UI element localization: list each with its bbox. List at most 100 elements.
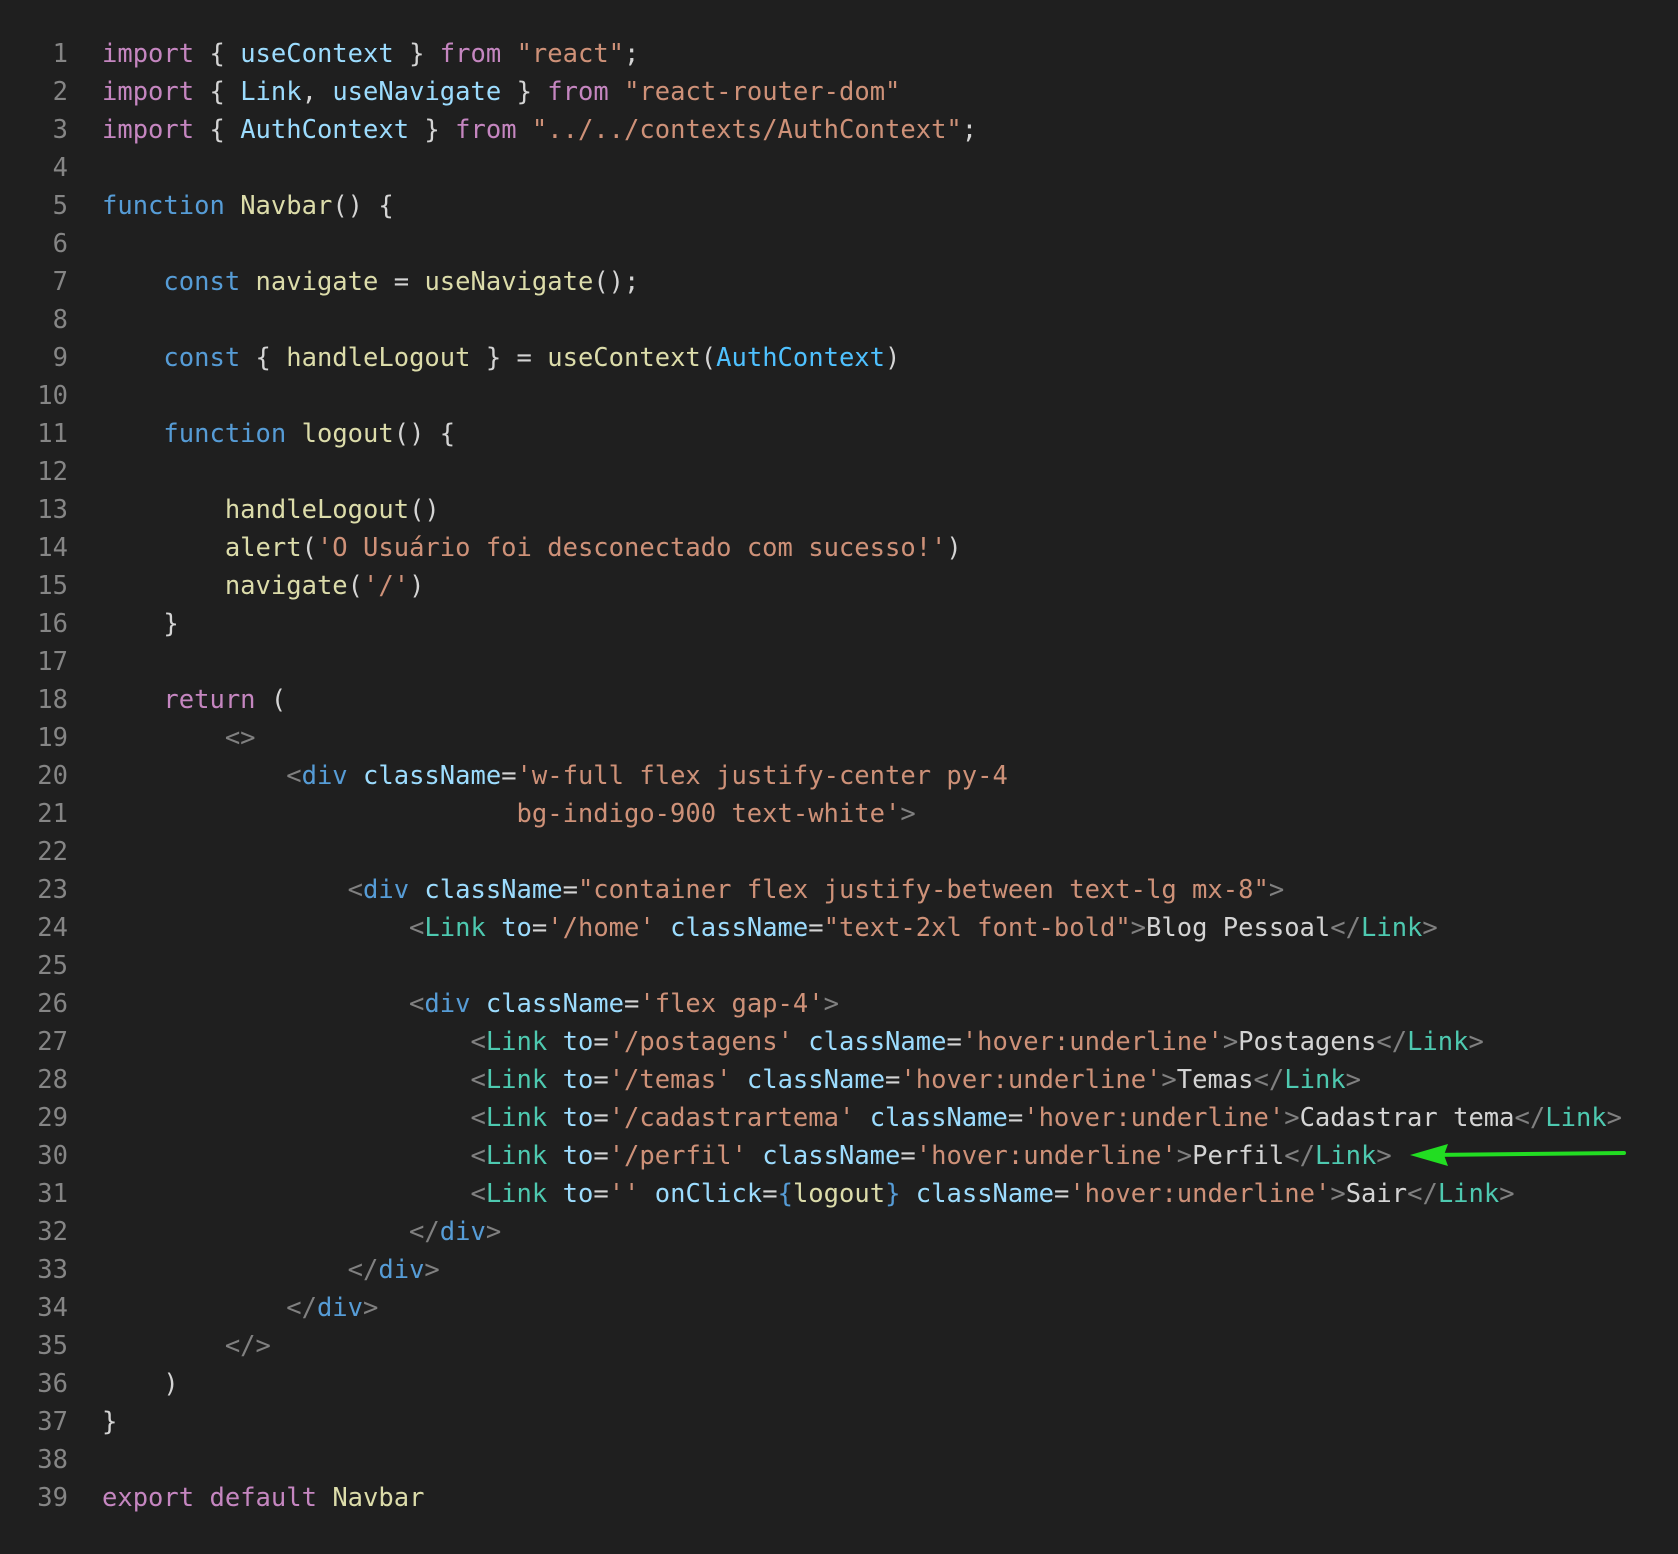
code-line[interactable]: 15 navigate('/') (0, 567, 1678, 605)
code-token: = (501, 761, 517, 791)
code-token: = (562, 875, 578, 905)
code-line[interactable]: 1 import { useContext } from "react"; (0, 35, 1678, 73)
line-number: 22 (37, 837, 68, 867)
code-token: < (409, 913, 425, 943)
code-token: className (762, 1141, 901, 1171)
code-line[interactable]: 33 </div> (0, 1251, 1678, 1289)
code-line[interactable]: 6 (0, 225, 1678, 263)
code-token: 'w-full flex justify-center py-4 (516, 761, 1008, 791)
code-token: className (869, 1103, 1008, 1133)
code-token: </ (1284, 1141, 1315, 1171)
code-token: Link (485, 1027, 548, 1057)
code-line[interactable]: 23 <div className="container flex justif… (0, 871, 1678, 909)
code-line[interactable]: 31 <Link to='' onClick={logout} classNam… (0, 1175, 1678, 1213)
code-editor[interactable]: 1 import { useContext } from "react"; 2 imp… (0, 35, 1678, 1517)
code-token: div (363, 875, 410, 905)
line-number: 30 (37, 1141, 68, 1171)
code-token: ) (885, 343, 901, 373)
code-token: 'hover:underline' (1023, 1103, 1285, 1133)
code-token: '' (608, 1179, 640, 1209)
code-token: to (562, 1027, 594, 1057)
code-text: <Link to='/temas' className='hover:under… (102, 1061, 1361, 1099)
code-line[interactable]: 25 (0, 947, 1678, 985)
code-line[interactable]: 21 bg-indigo-900 text-white'> (0, 795, 1678, 833)
line-number: 12 (37, 457, 68, 487)
code-text: </div> (102, 1251, 440, 1289)
code-line[interactable]: 29 <Link to='/cadastrartema' className='… (0, 1099, 1678, 1137)
code-text: alert('O Usuário foi desconectado com su… (102, 529, 962, 567)
code-line[interactable]: 22 (0, 833, 1678, 871)
code-token: = (808, 913, 824, 943)
code-line[interactable]: 24 <Link to='/home' className="text-2xl … (0, 909, 1678, 947)
code-line[interactable]: 9 const { handleLogout } = useContext(Au… (0, 339, 1678, 377)
code-line[interactable]: 8 (0, 301, 1678, 339)
line-number: 34 (37, 1293, 68, 1323)
code-token: = (946, 1027, 962, 1057)
code-token: > (424, 1255, 440, 1285)
code-token: "react-router-dom" (624, 77, 901, 107)
code-line[interactable]: 3 import { AuthContext } from "../../cont… (0, 111, 1678, 149)
code-line[interactable]: 17 (0, 643, 1678, 681)
line-number: 21 (37, 799, 68, 829)
code-token: logout (792, 1179, 886, 1209)
code-line[interactable]: 19 <> (0, 719, 1678, 757)
code-token: > (900, 799, 916, 829)
code-token: () { (332, 191, 394, 221)
code-line[interactable]: 37} (0, 1403, 1678, 1441)
code-line[interactable]: 28 <Link to='/temas' className='hover:un… (0, 1061, 1678, 1099)
line-number: 9 (52, 343, 68, 373)
code-token: Link (1437, 1179, 1500, 1209)
code-line[interactable]: 2 import { Link, useNavigate } from "reac… (0, 73, 1678, 111)
code-line[interactable]: 14 alert('O Usuário foi desconectado com… (0, 529, 1678, 567)
code-line[interactable]: 38 (0, 1441, 1678, 1479)
code-line[interactable]: 39 export default Navbar (0, 1479, 1678, 1517)
line-number: 27 (37, 1027, 68, 1057)
code-token: 'hover:underline' (915, 1141, 1177, 1171)
code-token: to (501, 913, 532, 943)
code-line[interactable]: 12 (0, 453, 1678, 491)
code-line[interactable]: 11 function logout() { (0, 415, 1678, 453)
code-line[interactable]: 10 (0, 377, 1678, 415)
code-token: < (470, 1179, 486, 1209)
code-token: import (102, 77, 195, 107)
line-number: 33 (37, 1255, 68, 1285)
code-token: 'hover:underline' (961, 1027, 1223, 1057)
code-token: div (316, 1293, 364, 1323)
code-token: < (470, 1065, 486, 1095)
code-token: div (378, 1255, 425, 1285)
code-line[interactable]: 18 return ( (0, 681, 1678, 719)
code-line[interactable]: 13 handleLogout() (0, 491, 1678, 529)
code-line[interactable]: 26 <div className='flex gap-4'> (0, 985, 1678, 1023)
line-number: 28 (37, 1065, 68, 1095)
code-token: ; (961, 115, 978, 145)
code-token: div (301, 761, 348, 791)
code-token: </ (1253, 1065, 1285, 1095)
code-line[interactable]: 4 (0, 149, 1678, 187)
code-line[interactable]: 36 ) (0, 1365, 1678, 1403)
code-text: <div className='w-full flex justify-cent… (102, 757, 1008, 795)
code-token: className (915, 1179, 1054, 1209)
code-token: { (194, 77, 241, 107)
code-line[interactable]: 32 </div> (0, 1213, 1678, 1251)
code-line[interactable]: 5 function Navbar() { (0, 187, 1678, 225)
code-token: Cadastrar tema (1299, 1103, 1515, 1133)
code-token: alert (224, 533, 302, 563)
code-line[interactable]: 7 const navigate = useNavigate(); (0, 263, 1678, 301)
code-token: className (485, 989, 624, 1019)
code-token: = (593, 1103, 609, 1133)
code-line[interactable]: 35 </> (0, 1327, 1678, 1365)
code-line[interactable]: 27 <Link to='/postagens' className='hove… (0, 1023, 1678, 1061)
code-token: > (1376, 1141, 1392, 1171)
code-line[interactable]: 34 </div> (0, 1289, 1678, 1327)
code-line[interactable]: 16 } (0, 605, 1678, 643)
code-token: } = (470, 343, 548, 373)
code-text: </div> (102, 1213, 501, 1251)
code-line[interactable]: 20 <div className='w-full flex justify-c… (0, 757, 1678, 795)
code-token: handleLogout (224, 495, 410, 525)
code-text: <Link to='/postagens' className='hover:u… (102, 1023, 1483, 1061)
